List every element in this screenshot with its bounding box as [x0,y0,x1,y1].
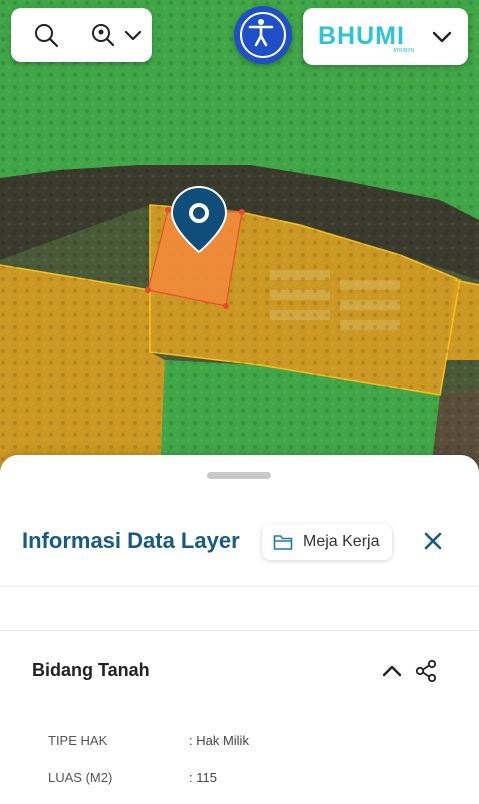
brand-selector[interactable]: BHUMI ATR/BPN [303,8,468,65]
search-icon[interactable] [32,21,60,49]
chevron-up-icon[interactable] [381,662,403,680]
chevron-down-icon[interactable] [119,21,147,49]
workspace-button[interactable]: Meja Kerja [262,524,392,560]
map-view[interactable] [0,0,479,480]
accessibility-icon [240,12,286,58]
field-label-tipe-hak: TIPE HAK [48,733,108,748]
workspace-button-label: Meja Kerja [303,533,380,550]
panel-title: Informasi Data Layer [22,528,240,553]
brand-logo: BHUMI [318,22,405,50]
map-toolbar [11,8,152,62]
brand-subtext: ATR/BPN [393,48,415,54]
drag-handle[interactable] [207,472,271,479]
info-panel: Informasi Data Layer Meja Kerja Bidang T… [0,455,479,804]
close-icon[interactable] [420,528,446,554]
accessibility-button[interactable] [234,6,292,64]
field-value-luas: : 115 [189,770,217,785]
section-title: Bidang Tanah [32,660,150,680]
field-value-tipe-hak: : Hak Milik [189,733,249,748]
field-label-luas: LUAS (M2) [48,770,113,785]
zoom-location-icon[interactable] [89,21,117,49]
chevron-down-icon[interactable] [431,28,453,46]
share-icon[interactable] [413,658,439,684]
map-canvas[interactable] [0,0,479,480]
divider [0,630,479,631]
divider [0,586,479,587]
folder-icon [273,535,293,550]
